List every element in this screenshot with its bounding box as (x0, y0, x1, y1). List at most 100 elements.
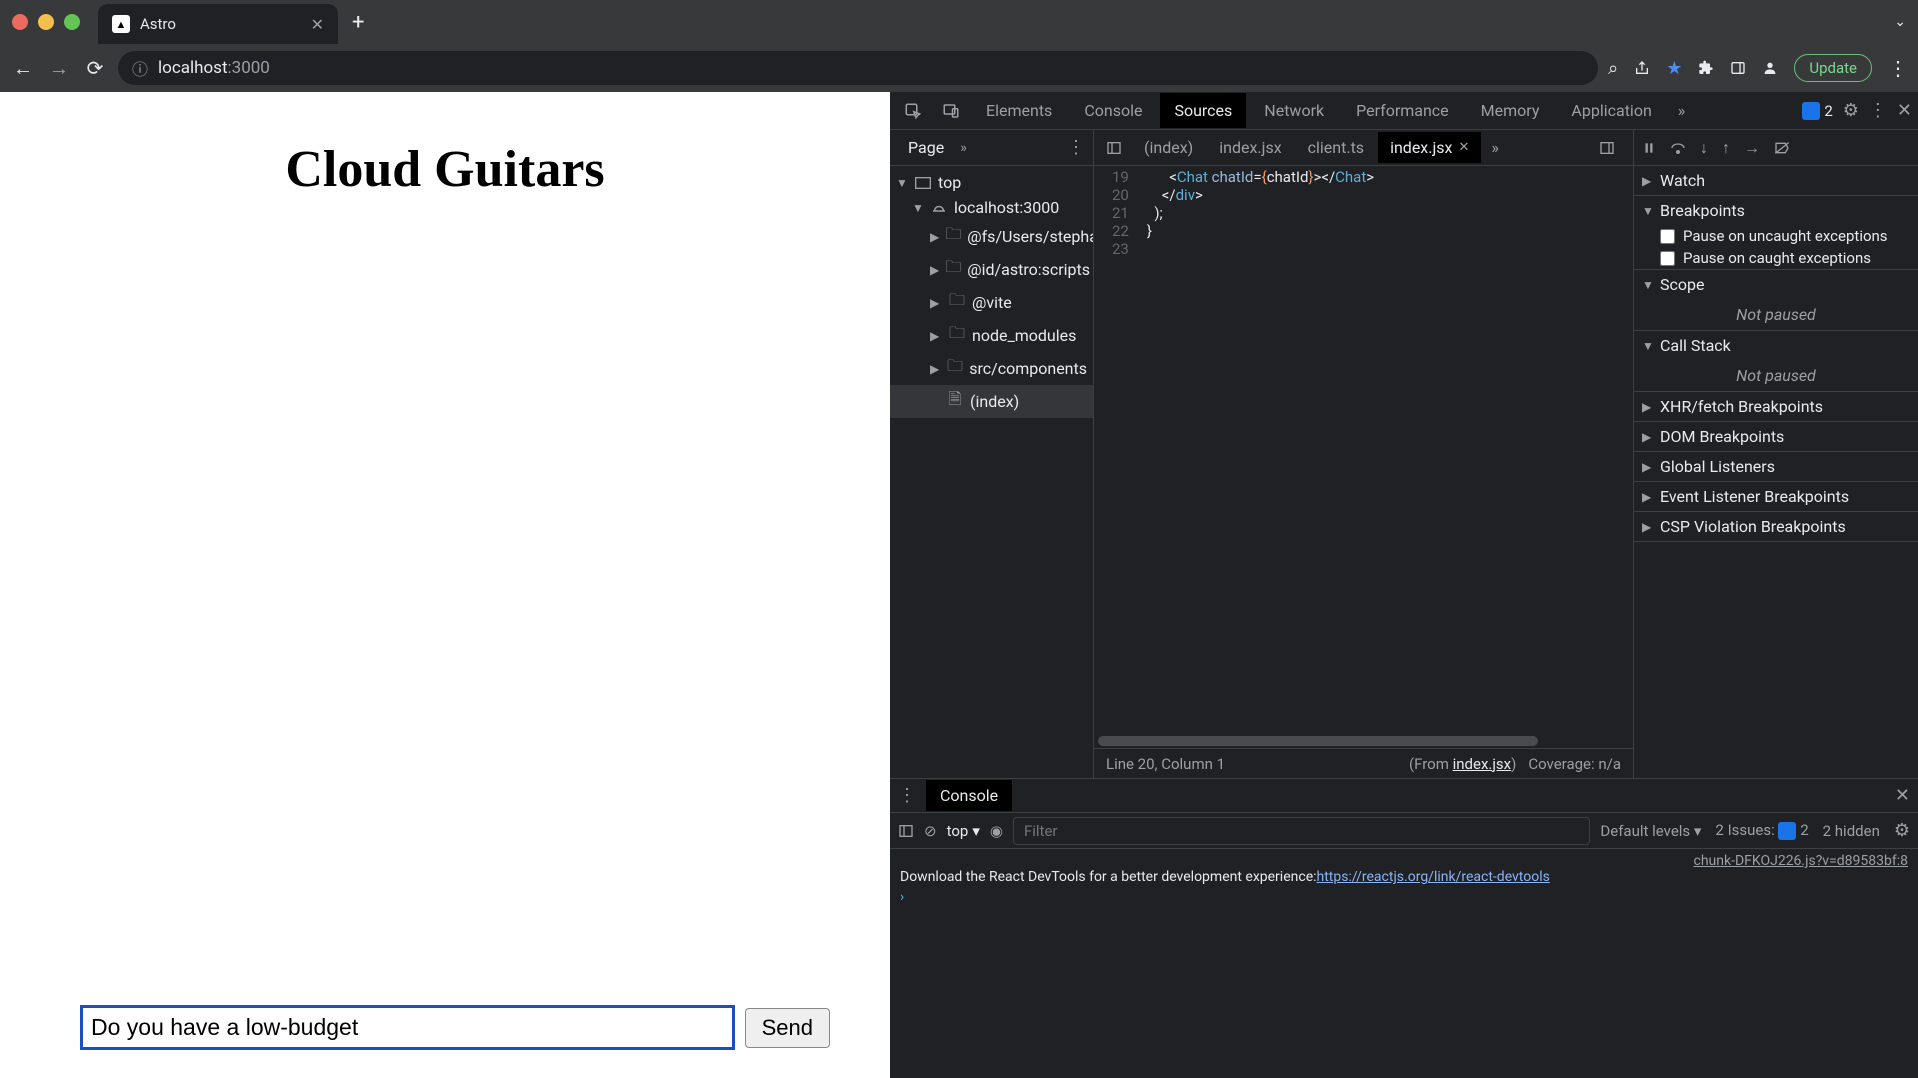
sidepanel-icon[interactable] (1730, 60, 1746, 76)
callstack-header[interactable]: ▼Call Stack (1634, 331, 1918, 360)
tab-close-icon[interactable]: ✕ (311, 15, 324, 34)
tree-folder[interactable]: ▶🗀@vite (890, 286, 1093, 319)
pause-caught-checkbox[interactable]: Pause on caught exceptions (1634, 247, 1918, 269)
editor-tab[interactable]: client.ts (1296, 132, 1376, 163)
editor-tab-active[interactable]: index.jsx✕ (1378, 132, 1481, 163)
breakpoints-section: ▼Breakpoints Pause on uncaught exception… (1634, 196, 1918, 270)
tab-memory[interactable]: Memory (1467, 93, 1554, 128)
scope-header[interactable]: ▼Scope (1634, 270, 1918, 299)
inspect-element-icon[interactable] (896, 102, 930, 120)
close-window-button[interactable] (12, 14, 28, 30)
send-button[interactable]: Send (745, 1008, 830, 1048)
devtools-menu-icon[interactable]: ⋮ (1869, 100, 1887, 121)
console-message-link[interactable]: https://reactjs.org/link/react-devtools (1317, 869, 1550, 885)
issues-badge[interactable]: 2 (1802, 102, 1832, 120)
site-info-icon[interactable]: ⓘ (132, 56, 148, 80)
tab-application[interactable]: Application (1557, 93, 1665, 128)
console-source-link[interactable]: chunk-DFKOJ226.js?v=d89583bf:8 (1694, 853, 1908, 869)
horizontal-scrollbar[interactable] (1098, 736, 1538, 746)
console-drawer-menu-icon[interactable]: ⋮ (898, 785, 916, 806)
console-hidden-count[interactable]: 2 hidden (1823, 822, 1880, 840)
more-editor-tabs-icon[interactable]: » (1483, 138, 1507, 157)
editor-tab-close-icon[interactable]: ✕ (1458, 140, 1469, 155)
step-over-icon[interactable] (1670, 141, 1686, 155)
zoom-icon[interactable]: ⌕ (1608, 58, 1618, 79)
maximize-window-button[interactable] (64, 14, 80, 30)
tab-sources[interactable]: Sources (1160, 93, 1246, 128)
tabs-dropdown-icon[interactable]: ⌄ (1894, 14, 1906, 30)
step-icon[interactable]: → (1744, 138, 1760, 158)
pause-uncaught-checkbox[interactable]: Pause on uncaught exceptions (1634, 225, 1918, 247)
console-output[interactable]: chunk-DFKOJ226.js?v=d89583bf:8 Download … (890, 849, 1918, 1078)
update-button[interactable]: Update (1794, 54, 1872, 82)
toggle-navigator-icon[interactable] (1098, 140, 1130, 156)
devtools-close-icon[interactable]: ✕ (1897, 100, 1912, 121)
url-host: localhost (158, 58, 228, 78)
log-levels-selector[interactable]: Default levels ▾ (1600, 822, 1701, 840)
console-drawer-close-icon[interactable]: ✕ (1895, 785, 1910, 806)
browser-menu-icon[interactable]: ⋮ (1888, 56, 1908, 80)
page-viewport[interactable]: Cloud Guitars Send (0, 92, 890, 1078)
address-bar[interactable]: ⓘ localhost:3000 (118, 51, 1598, 85)
extensions-icon[interactable] (1698, 60, 1714, 76)
console-prompt[interactable]: › (900, 889, 1908, 905)
console-filter-input[interactable] (1013, 817, 1590, 845)
console-settings-icon[interactable]: ⚙ (1894, 820, 1910, 841)
reload-button[interactable]: ⟳ (82, 56, 108, 80)
live-expression-icon[interactable]: ◉ (990, 822, 1003, 840)
bookmark-star-icon[interactable]: ★ (1666, 58, 1682, 79)
tree-folder[interactable]: ▶🗀@id/astro:scripts (890, 253, 1093, 286)
tab-elements[interactable]: Elements (972, 93, 1066, 128)
tree-folder[interactable]: ▶🗀@fs/Users/stepha (890, 220, 1093, 253)
new-tab-button[interactable]: + (352, 10, 364, 35)
navigator-menu-icon[interactable]: ⋮ (1067, 137, 1085, 158)
deactivate-breakpoints-icon[interactable] (1774, 141, 1790, 155)
dom-breakpoints-section[interactable]: ▶DOM Breakpoints (1634, 422, 1918, 452)
code-editor[interactable]: 1920212223 <Chat chatId={chatId}></Chat>… (1094, 166, 1633, 748)
step-out-icon[interactable]: ↑ (1722, 138, 1730, 158)
scope-state: Not paused (1634, 299, 1918, 330)
watch-section[interactable]: ▶Watch (1634, 166, 1918, 196)
console-sidebar-toggle-icon[interactable] (898, 823, 914, 839)
navigator-more-icon[interactable]: » (960, 140, 967, 156)
forward-button[interactable]: → (46, 56, 72, 81)
tree-folder[interactable]: ▶🗀node_modules (890, 319, 1093, 352)
tab-performance[interactable]: Performance (1342, 93, 1463, 128)
csp-breakpoints-section[interactable]: ▶CSP Violation Breakpoints (1634, 512, 1918, 542)
event-listener-breakpoints-section[interactable]: ▶Event Listener Breakpoints (1634, 482, 1918, 512)
file-tree[interactable]: ▼ top ▼ localhost:3000 ▶🗀@fs/Users/steph… (890, 166, 1093, 778)
profile-icon[interactable] (1762, 60, 1778, 76)
breakpoints-header[interactable]: ▼Breakpoints (1634, 196, 1918, 225)
step-into-icon[interactable]: ↓ (1700, 138, 1708, 158)
tree-host[interactable]: ▼ localhost:3000 (890, 195, 1093, 220)
tree-file-index[interactable]: 🗎(index) (890, 385, 1093, 418)
devtools-settings-icon[interactable]: ⚙ (1843, 100, 1859, 121)
xhr-breakpoints-section[interactable]: ▶XHR/fetch Breakpoints (1634, 392, 1918, 422)
share-icon[interactable] (1634, 60, 1650, 76)
tab-network[interactable]: Network (1250, 93, 1338, 128)
section-label: Scope (1660, 275, 1704, 294)
clear-console-icon[interactable]: ⊘ (924, 822, 937, 840)
section-label: Watch (1660, 171, 1705, 190)
browser-tab[interactable]: ▲ Astro ✕ (98, 4, 338, 44)
tab-console[interactable]: Console (1070, 93, 1156, 128)
editor-tab[interactable]: (index) (1132, 132, 1205, 163)
toggle-debugger-icon[interactable] (1591, 140, 1623, 156)
source-file-link[interactable]: index.jsx (1453, 755, 1512, 773)
more-tabs-icon[interactable]: » (1670, 101, 1694, 120)
console-issues-link[interactable]: 2 Issues: 2 (1715, 821, 1808, 840)
tree-folder[interactable]: ▶🗀src/components (890, 352, 1093, 385)
console-drawer-tab[interactable]: Console (926, 780, 1012, 811)
back-button[interactable]: ← (10, 56, 36, 81)
url-port: :3000 (228, 58, 270, 78)
device-toggle-icon[interactable] (934, 102, 968, 120)
navigator-tab-page[interactable]: Page (898, 132, 954, 163)
editor-tab[interactable]: index.jsx (1207, 132, 1293, 163)
tree-top[interactable]: ▼ top (890, 170, 1093, 195)
pause-icon[interactable] (1642, 141, 1656, 155)
console-context-selector[interactable]: top ▾ (947, 822, 980, 840)
chat-input[interactable] (80, 1005, 735, 1050)
global-listeners-section[interactable]: ▶Global Listeners (1634, 452, 1918, 482)
minimize-window-button[interactable] (38, 14, 54, 30)
code-content[interactable]: <Chat chatId={chatId}></Chat> </div> );} (1139, 166, 1633, 748)
